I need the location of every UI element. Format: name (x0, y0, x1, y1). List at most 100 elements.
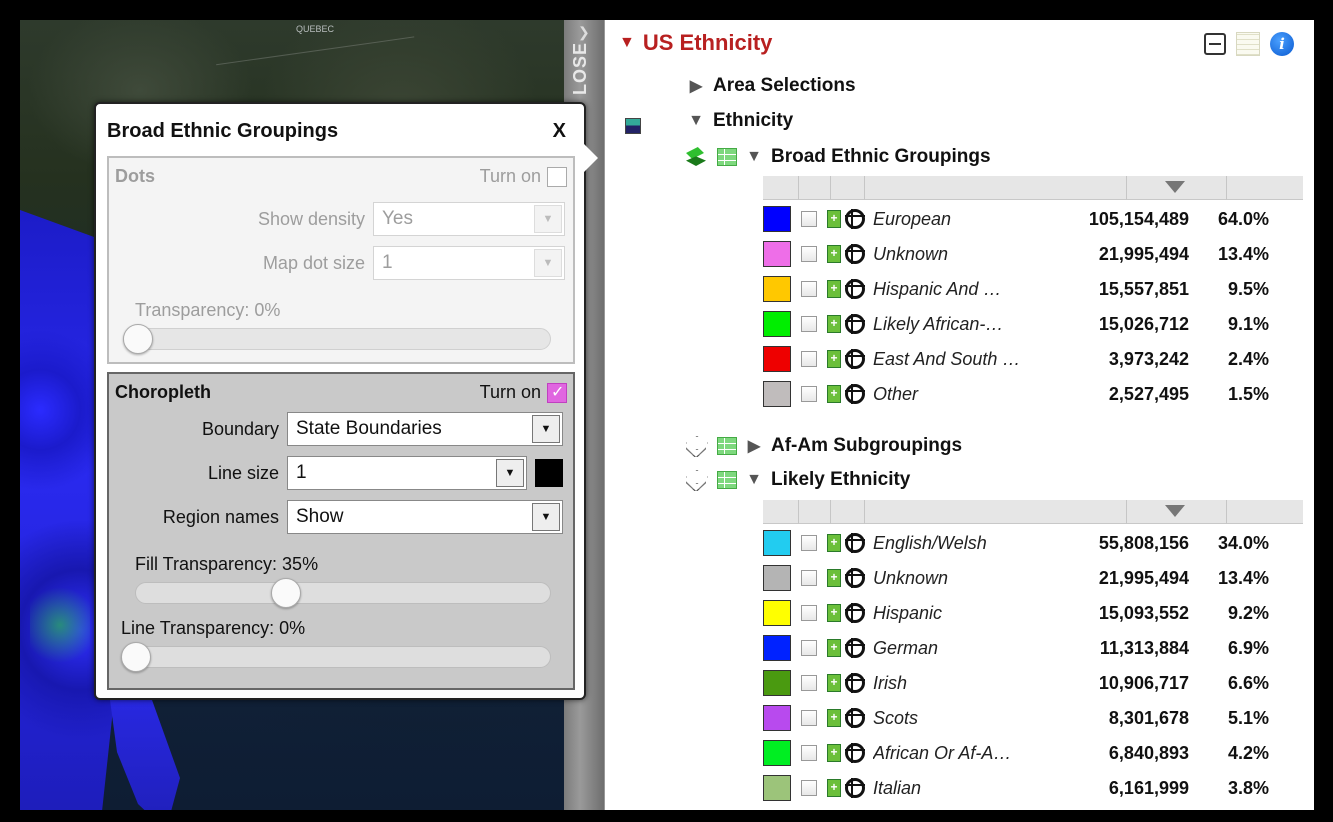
layer-visible-icon[interactable] (683, 147, 709, 167)
line-transparency-thumb[interactable] (121, 642, 151, 672)
header-cell[interactable] (763, 176, 799, 200)
table-row[interactable]: + Hispanic 15,093,552 9.2% (763, 596, 1303, 630)
dots-transparency-thumb[interactable] (123, 324, 153, 354)
color-swatch[interactable] (763, 206, 791, 232)
header-cell[interactable] (831, 500, 865, 524)
add-icon[interactable]: + (827, 385, 841, 403)
table-row[interactable]: + European 105,154,489 64.0% (763, 202, 1303, 236)
header-cell[interactable] (799, 176, 831, 200)
zoom-target-icon[interactable] (845, 349, 865, 369)
add-icon[interactable]: + (827, 245, 841, 263)
color-swatch[interactable] (763, 530, 791, 556)
row-checkbox[interactable] (801, 211, 817, 227)
zoom-target-icon[interactable] (845, 708, 865, 728)
table-row[interactable]: + English/Welsh 55,808,156 34.0% (763, 526, 1303, 560)
table-row[interactable]: + Other 2,527,495 1.5% (763, 377, 1303, 411)
expand-triangle-icon[interactable]: ▶ (687, 76, 705, 96)
zoom-target-icon[interactable] (845, 384, 865, 404)
color-swatch[interactable] (763, 635, 791, 661)
color-swatch[interactable] (763, 381, 791, 407)
zoom-target-icon[interactable] (845, 778, 865, 798)
popup-close-button[interactable]: X (553, 120, 566, 143)
collapse-triangle-icon[interactable]: ▼ (687, 112, 705, 130)
line-transparency-slider[interactable] (121, 642, 551, 672)
header-cell[interactable] (831, 176, 865, 200)
row-checkbox[interactable] (801, 570, 817, 586)
row-checkbox[interactable] (801, 675, 817, 691)
boundary-select[interactable]: State Boundaries ▼ (287, 412, 563, 446)
zoom-target-icon[interactable] (845, 314, 865, 334)
zoom-target-icon[interactable] (845, 533, 865, 553)
add-icon[interactable]: + (827, 569, 841, 587)
zoom-target-icon[interactable] (845, 244, 865, 264)
expand-triangle-icon[interactable]: ▶ (745, 436, 763, 456)
add-icon[interactable]: + (827, 315, 841, 333)
fill-transparency-slider[interactable] (135, 578, 551, 608)
table-row[interactable]: + African Or Af-A… 6,840,893 4.2% (763, 736, 1303, 770)
choropleth-turn-on-checkbox[interactable] (547, 382, 567, 403)
row-checkbox[interactable] (801, 316, 817, 332)
legend-icon[interactable] (625, 118, 641, 134)
dots-transparency-slider[interactable] (123, 324, 551, 354)
zoom-target-icon[interactable] (845, 638, 865, 658)
row-checkbox[interactable] (801, 745, 817, 761)
tree-ethnicity[interactable]: ▼ Ethnicity (687, 110, 793, 132)
header-cell[interactable] (763, 500, 799, 524)
show-density-select[interactable]: Yes ▼ (373, 202, 565, 236)
add-icon[interactable]: + (827, 674, 841, 692)
add-icon[interactable]: + (827, 210, 841, 228)
collapse-triangle-icon[interactable]: ▼ (745, 471, 763, 489)
zoom-target-icon[interactable] (845, 209, 865, 229)
tree-area-selections[interactable]: ▶ Area Selections (687, 75, 856, 97)
table-icon[interactable] (717, 148, 737, 166)
add-icon[interactable]: + (827, 709, 841, 727)
color-swatch[interactable] (763, 600, 791, 626)
add-icon[interactable]: + (827, 534, 841, 552)
zoom-target-icon[interactable] (845, 673, 865, 693)
add-icon[interactable]: + (827, 604, 841, 622)
table-row[interactable]: + Hispanic And … 15,557,851 9.5% (763, 272, 1303, 306)
add-icon[interactable]: + (827, 350, 841, 368)
row-checkbox[interactable] (801, 780, 817, 796)
add-icon[interactable]: + (827, 779, 841, 797)
color-swatch[interactable] (763, 311, 791, 337)
zoom-target-icon[interactable] (845, 568, 865, 588)
table-row[interactable]: + German 11,313,884 6.9% (763, 631, 1303, 665)
line-size-select[interactable]: 1 ▼ (287, 456, 527, 490)
header-cell[interactable] (865, 176, 1127, 200)
color-swatch[interactable] (763, 670, 791, 696)
collapse-all-icon[interactable] (1204, 33, 1226, 55)
row-checkbox[interactable] (801, 710, 817, 726)
table-row[interactable]: + Unknown 21,995,494 13.4% (763, 237, 1303, 271)
panel-header[interactable]: ▼ US Ethnicity (619, 30, 772, 56)
row-checkbox[interactable] (801, 351, 817, 367)
color-swatch[interactable] (763, 276, 791, 302)
row-checkbox[interactable] (801, 605, 817, 621)
tree-afam-subgroupings[interactable]: ▶ Af-Am Subgroupings (683, 435, 962, 457)
color-swatch[interactable] (763, 740, 791, 766)
add-icon[interactable]: + (827, 744, 841, 762)
layer-hidden-icon[interactable] (683, 436, 709, 456)
zoom-target-icon[interactable] (845, 743, 865, 763)
table-row[interactable]: + Scots 8,301,678 5.1% (763, 701, 1303, 735)
zoom-target-icon[interactable] (845, 279, 865, 299)
tree-likely-ethnicity[interactable]: ▼ Likely Ethnicity (683, 469, 910, 491)
layer-hidden-icon[interactable] (683, 470, 709, 490)
table-row[interactable]: + Likely African-… 15,026,712 9.1% (763, 307, 1303, 341)
collapse-triangle-icon[interactable]: ▼ (745, 148, 763, 166)
color-swatch[interactable] (763, 705, 791, 731)
row-checkbox[interactable] (801, 386, 817, 402)
sort-desc-icon[interactable] (1165, 181, 1185, 193)
row-checkbox[interactable] (801, 640, 817, 656)
color-swatch[interactable] (763, 775, 791, 801)
table-view-icon[interactable] (1236, 32, 1260, 56)
row-checkbox[interactable] (801, 246, 817, 262)
row-checkbox[interactable] (801, 535, 817, 551)
map-dot-size-select[interactable]: 1 ▼ (373, 246, 565, 280)
header-cell[interactable] (799, 500, 831, 524)
table-icon[interactable] (717, 471, 737, 489)
sort-desc-icon[interactable] (1165, 505, 1185, 517)
add-icon[interactable]: + (827, 280, 841, 298)
fill-transparency-thumb[interactable] (271, 578, 302, 608)
tree-broad-ethnic-groupings[interactable]: ▼ Broad Ethnic Groupings (683, 146, 991, 168)
